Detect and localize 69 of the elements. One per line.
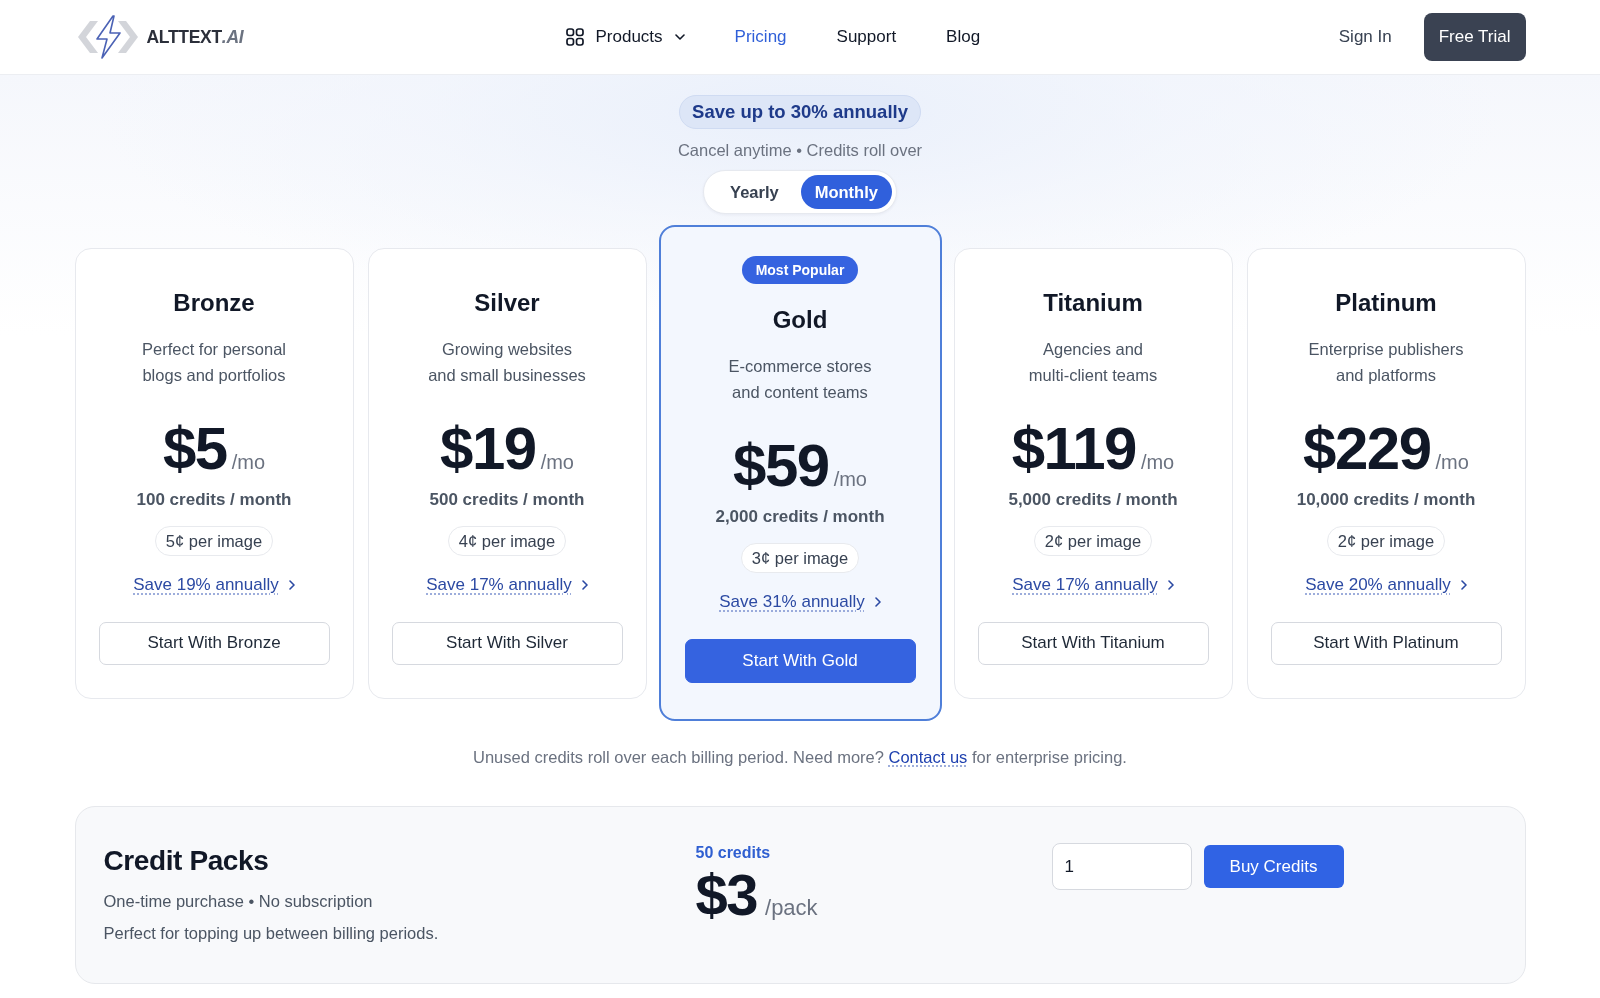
price-period: /mo xyxy=(231,450,266,474)
per-image-price: 2¢ per image xyxy=(1326,525,1446,556)
pack-price: $3 xyxy=(695,865,757,925)
savings-badge: Save up to 30% annually xyxy=(679,95,921,129)
plan-credits: 5,000 credits / month xyxy=(1008,488,1178,511)
plan-price: $19 xyxy=(440,416,536,481)
plan-name: Bronze xyxy=(173,287,255,318)
per-image-price: 5¢ per image xyxy=(154,525,274,556)
products-menu-button[interactable]: Products xyxy=(565,27,685,47)
quantity-input[interactable]: 1 xyxy=(1051,843,1192,890)
start-plan-button[interactable]: Start With Gold xyxy=(684,639,916,683)
plan-credits: 2,000 credits / month xyxy=(715,506,885,528)
plan-description: Growing websites and small businesses xyxy=(428,338,586,386)
chevron-right-icon xyxy=(1460,579,1467,590)
save-annually-link[interactable]: Save 31% annually xyxy=(719,590,881,614)
plan-name: Gold xyxy=(772,305,828,335)
plan-price: $5 xyxy=(162,416,227,481)
plan-price: $59 xyxy=(733,434,829,498)
chevron-right-icon xyxy=(1167,579,1174,590)
save-annually-link[interactable]: Save 19% annually xyxy=(133,572,295,597)
price-period: /mo xyxy=(833,468,867,491)
save-annually-link[interactable]: Save 20% annually xyxy=(1305,572,1467,597)
sign-in-link[interactable]: Sign In xyxy=(1338,27,1392,47)
grid-icon xyxy=(565,28,584,46)
plan-name: Platinum xyxy=(1335,287,1437,318)
nav-link[interactable]: Blog xyxy=(946,27,981,47)
billing-option[interactable]: Monthly xyxy=(800,175,892,209)
credit-packs-subtitle: One-time purchase • No subscription xyxy=(103,891,373,912)
chevron-right-icon xyxy=(874,597,881,607)
billing-option[interactable]: Yearly xyxy=(716,175,793,209)
per-image-price: 3¢ per image xyxy=(740,543,860,573)
start-plan-button[interactable]: Start With Titanium xyxy=(977,621,1209,665)
per-image-price: 2¢ per image xyxy=(1033,525,1153,556)
logo-text: ALTTEXT.AI xyxy=(146,26,244,48)
plan-description: Enterprise publishers and platforms xyxy=(1308,338,1464,386)
plan-price: $229 xyxy=(1303,416,1431,481)
price-period: /mo xyxy=(540,450,574,474)
save-annually-link[interactable]: Save 17% annually xyxy=(1012,572,1174,597)
plan-name: Titanium xyxy=(1043,287,1143,318)
price-period: /mo xyxy=(1140,450,1175,474)
plan-name: Silver xyxy=(474,287,540,318)
pack-credits: 50 credits xyxy=(695,843,771,863)
hero-subtitle: Cancel anytime • Credits roll over xyxy=(677,140,923,161)
free-trial-button[interactable]: Free Trial xyxy=(1423,13,1526,61)
per-image-price: 4¢ per image xyxy=(447,525,567,556)
save-annually-link[interactable]: Save 17% annually xyxy=(426,572,588,597)
plan-description: Agencies and multi-client teams xyxy=(1028,338,1158,386)
rollover-note: Unused credits roll over each billing period. Need more? Contact us for enterprise pricing. xyxy=(473,747,1127,768)
credit-packs-description: Perfect for topping up between billing periods. xyxy=(103,923,439,944)
start-plan-button[interactable]: Start With Bronze xyxy=(98,621,330,665)
price-period: /mo xyxy=(1435,450,1469,474)
contact-us-link[interactable]: Contact us xyxy=(888,748,968,766)
most-popular-badge: Most Popular xyxy=(741,256,859,284)
start-plan-button[interactable]: Start With Platinum xyxy=(1270,621,1502,665)
chevron-right-icon xyxy=(581,579,588,590)
plan-description: E-commerce stores and content teams xyxy=(728,356,872,403)
credit-packs-title: Credit Packs xyxy=(103,844,269,878)
pack-period: /pack xyxy=(765,895,818,921)
start-plan-button[interactable]: Start With Silver xyxy=(391,621,623,665)
nav-link[interactable]: Support xyxy=(836,27,897,47)
plan-credits: 500 credits / month xyxy=(429,488,585,511)
buy-credits-button[interactable]: Buy Credits xyxy=(1203,845,1344,888)
plan-credits: 10,000 credits / month xyxy=(1296,488,1476,511)
chevron-right-icon xyxy=(288,579,295,590)
plan-price: $119 xyxy=(1011,416,1136,481)
plan-credits: 100 credits / month xyxy=(136,488,292,511)
nav-link[interactable]: Pricing xyxy=(734,27,787,47)
chevron-down-icon xyxy=(674,34,685,40)
plan-description: Perfect for personal blogs and portfolios xyxy=(142,338,286,386)
